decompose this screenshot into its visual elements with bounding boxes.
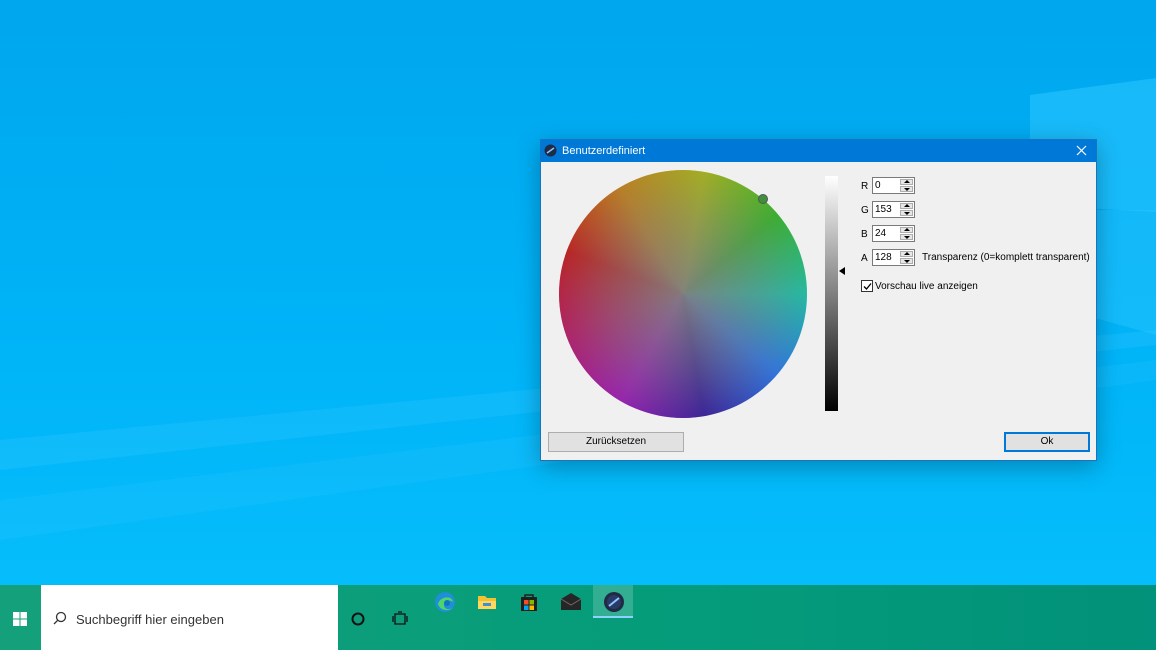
label-g: G: [861, 205, 869, 216]
taskbar-edge[interactable]: [424, 585, 464, 618]
taskbar: Suchbegriff hier eingeben: [0, 585, 1156, 650]
start-button[interactable]: [0, 585, 41, 650]
b-input[interactable]: [873, 226, 902, 241]
label-r: R: [861, 181, 869, 192]
app-icon: [544, 144, 557, 157]
cortana-icon[interactable]: [350, 611, 366, 627]
brightness-slider-handle[interactable]: [839, 267, 845, 275]
label-a: A: [861, 253, 868, 264]
taskbar-file-explorer[interactable]: [466, 585, 506, 618]
live-preview-label[interactable]: Vorschau live anzeigen: [875, 281, 978, 292]
file-explorer-icon: [478, 596, 496, 609]
g-stepper[interactable]: [872, 201, 915, 218]
r-stepper[interactable]: [872, 177, 915, 194]
a-stepper[interactable]: [872, 249, 915, 266]
taskbar-search-box[interactable]: Suchbegriff hier eingeben: [41, 585, 338, 650]
taskbar-store[interactable]: [508, 585, 548, 618]
dialog-title: Benutzerdefiniert: [562, 145, 646, 157]
color-wheel-surface[interactable]: [559, 170, 807, 418]
b-decrement[interactable]: [900, 234, 913, 240]
brightness-slider[interactable]: [825, 176, 838, 411]
taskbar-mail[interactable]: [550, 585, 590, 618]
color-picker-dialog: Benutzerdefiniert R G B A Transparenz (0…: [540, 139, 1097, 461]
ok-button[interactable]: Ok: [1004, 432, 1090, 452]
color-picker-app-icon: [604, 592, 624, 612]
color-wheel[interactable]: [559, 170, 807, 418]
r-increment[interactable]: [900, 179, 913, 185]
a-input[interactable]: [873, 250, 902, 265]
a-decrement[interactable]: [900, 258, 913, 264]
label-b: B: [861, 229, 868, 240]
search-placeholder: Suchbegriff hier eingeben: [76, 612, 224, 627]
g-input[interactable]: [873, 202, 902, 217]
windows-icon: [13, 612, 27, 626]
r-decrement[interactable]: [900, 186, 913, 192]
g-increment[interactable]: [900, 203, 913, 209]
alpha-hint: Transparenz (0=komplett transparent): [922, 252, 1090, 263]
store-icon: [521, 594, 537, 611]
color-wheel-marker[interactable]: [758, 194, 768, 204]
edge-icon: [435, 592, 455, 612]
b-increment[interactable]: [900, 227, 913, 233]
r-input[interactable]: [873, 178, 902, 193]
g-decrement[interactable]: [900, 210, 913, 216]
close-button[interactable]: [1066, 140, 1096, 162]
search-icon: [53, 611, 67, 625]
live-preview-checkbox[interactable]: [861, 280, 873, 292]
dialog-titlebar[interactable]: Benutzerdefiniert: [541, 140, 1096, 162]
close-icon: [1076, 145, 1086, 156]
checkmark-icon: [863, 283, 872, 290]
mail-icon: [560, 593, 582, 610]
a-increment[interactable]: [900, 251, 913, 257]
task-view-icon[interactable]: [392, 611, 408, 627]
b-stepper[interactable]: [872, 225, 915, 242]
reset-button[interactable]: Zurücksetzen: [548, 432, 684, 452]
taskbar-color-picker-app[interactable]: [593, 585, 633, 618]
